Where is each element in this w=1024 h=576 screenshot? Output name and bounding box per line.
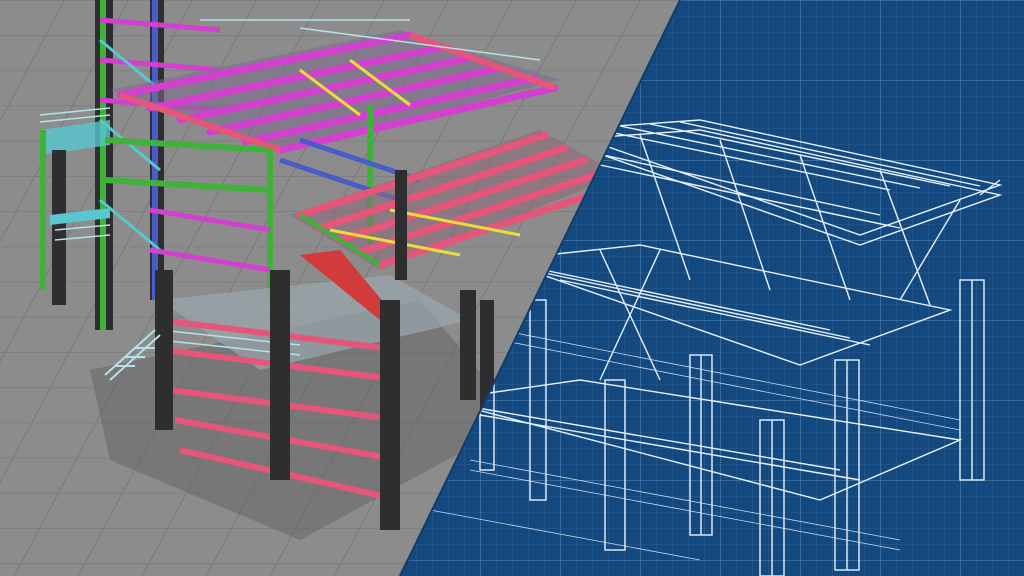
bim-illustration [0, 0, 1024, 576]
scene [0, 0, 1024, 576]
